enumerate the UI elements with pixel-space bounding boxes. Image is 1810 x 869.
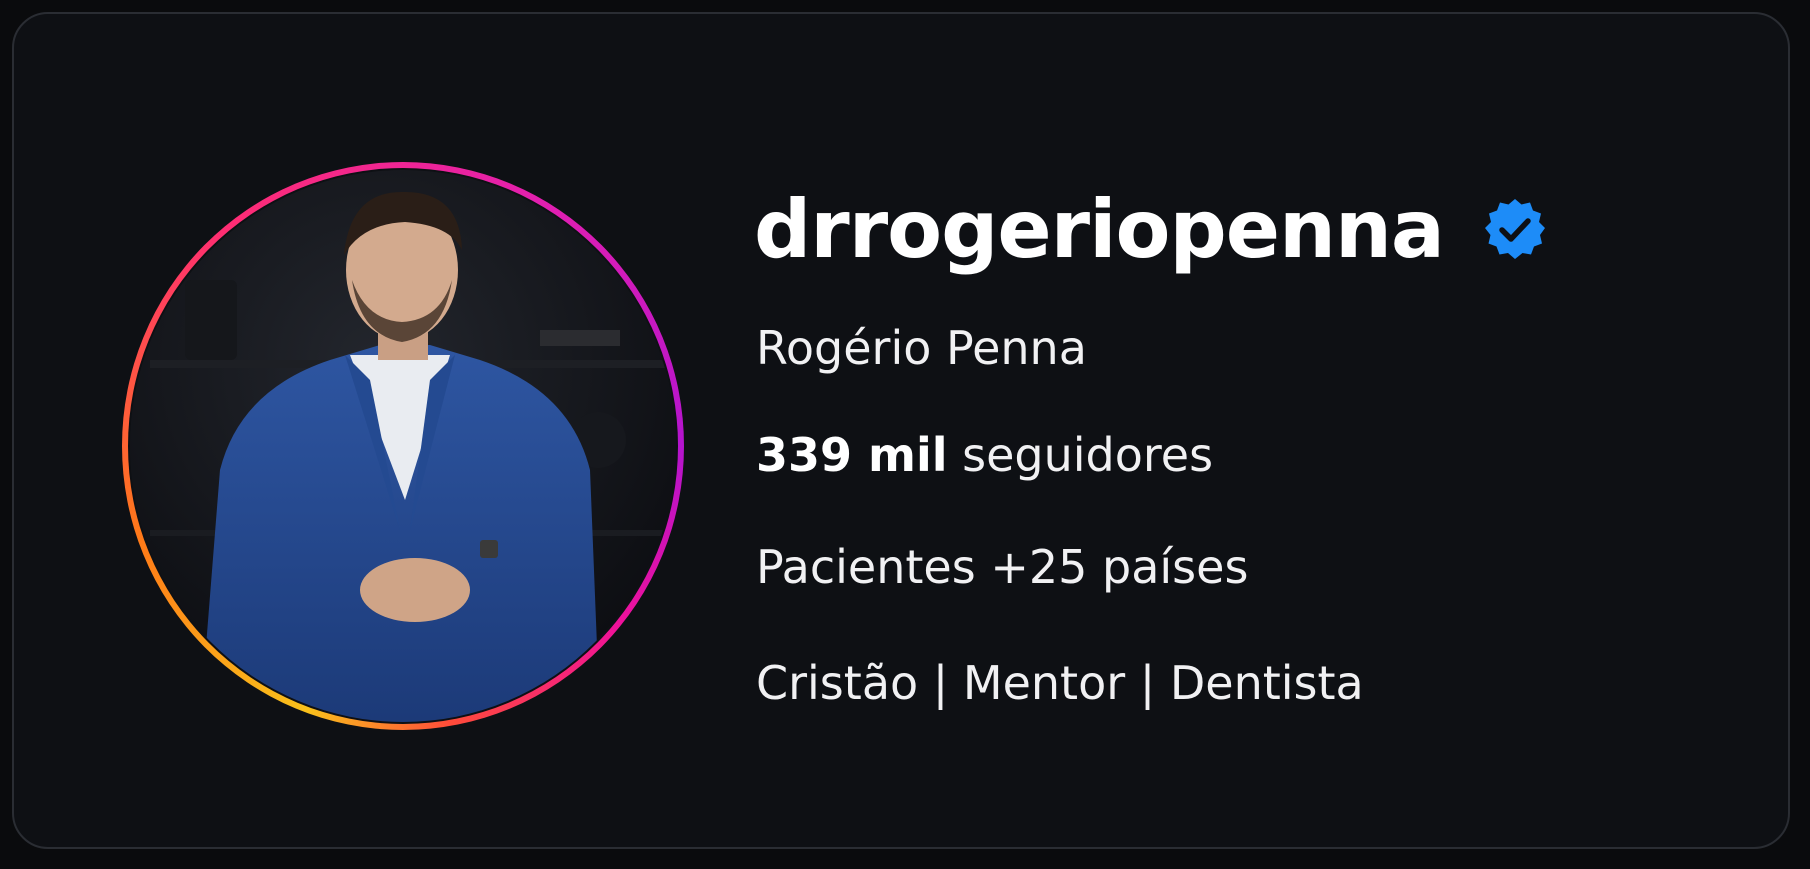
bio-line-2: Cristão | Mentor | Dentista (756, 656, 1364, 710)
bio-line-1: Pacientes +25 países (756, 540, 1249, 594)
avatar-portrait (130, 170, 676, 722)
followers-number: 339 mil (756, 428, 948, 482)
followers-count[interactable]: 339 mil seguidores (756, 432, 1213, 478)
full-name: Rogério Penna (756, 321, 1087, 375)
followers-label: seguidores (962, 428, 1214, 482)
avatar[interactable] (130, 170, 676, 722)
username-row: drrogeriopenna (754, 190, 1548, 270)
username[interactable]: drrogeriopenna (754, 190, 1445, 270)
story-ring[interactable] (122, 162, 684, 730)
profile-card: drrogeriopenna Rogério Penna 339 mil seg… (12, 12, 1790, 849)
verified-badge-icon (1482, 197, 1548, 263)
